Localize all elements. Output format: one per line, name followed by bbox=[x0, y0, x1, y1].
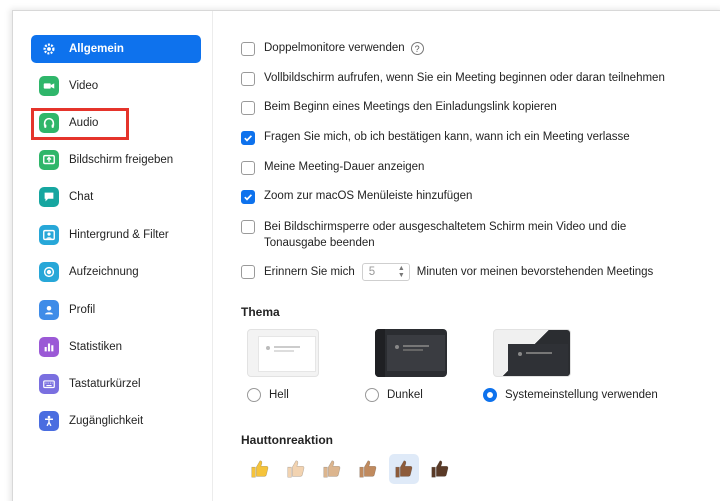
sidebar-item-label: Tastaturkürzel bbox=[69, 378, 141, 390]
stepper-arrows-icon[interactable]: ▲ ▼ bbox=[398, 265, 409, 279]
option-bildschirmsperre[interactable]: Bei Bildschirmsperre oder ausgeschaltete… bbox=[241, 220, 626, 251]
option-einladungslink[interactable]: Beim Beginn eines Meetings den Einladung… bbox=[241, 101, 557, 115]
checkbox-checked[interactable] bbox=[241, 131, 255, 145]
reminder-suffix: Minuten vor meinen bevorstehenden Meetin… bbox=[416, 266, 654, 278]
option-label: Zoom zur macOS Menüleiste hinzufügen bbox=[264, 190, 473, 202]
thumbs-up-icon[interactable] bbox=[389, 454, 419, 484]
theme-option-hell[interactable]: Hell bbox=[247, 388, 289, 402]
sidebar-item-statistiken[interactable]: Statistiken bbox=[31, 333, 201, 361]
sidebar-item-label: Aufzeichnung bbox=[69, 266, 139, 278]
chat-bubble-icon bbox=[39, 187, 59, 207]
theme-option-dunkel[interactable]: Dunkel bbox=[365, 388, 423, 402]
option-doppelmonitore[interactable]: Doppelmonitore verwenden ? bbox=[241, 42, 424, 56]
theme-preview-light[interactable] bbox=[247, 329, 319, 377]
reminder-minutes-stepper[interactable]: 5 ▲ ▼ bbox=[361, 263, 410, 281]
checkmark-icon bbox=[244, 194, 253, 201]
theme-option-label: Hell bbox=[269, 389, 289, 401]
user-profile-icon bbox=[39, 300, 59, 320]
reminder-prefix: Erinnern Sie mich bbox=[264, 266, 355, 278]
radio-button[interactable] bbox=[247, 388, 261, 402]
checkbox[interactable] bbox=[241, 101, 255, 115]
checkmark-icon bbox=[244, 135, 253, 142]
skin-tone-section-title: Hauttonreaktion bbox=[241, 433, 334, 447]
checkbox[interactable] bbox=[241, 220, 255, 234]
sidebar-item-hintergrund-filter[interactable]: Hintergrund & Filter bbox=[31, 221, 201, 249]
option-label: Vollbildschirm aufrufen, wenn Sie ein Me… bbox=[264, 72, 665, 84]
checkbox[interactable] bbox=[241, 161, 255, 175]
sidebar-item-profil[interactable]: Profil bbox=[31, 296, 201, 324]
theme-preview-system[interactable] bbox=[493, 329, 571, 377]
sidebar-item-zugaenglichkeit[interactable]: Zugänglichkeit bbox=[31, 407, 201, 435]
option-label-line1: Bei Bildschirmsperre oder ausgeschaltete… bbox=[264, 221, 627, 233]
option-label: Doppelmonitore verwenden bbox=[264, 42, 405, 54]
thumbs-up-icon[interactable] bbox=[317, 454, 347, 484]
sidebar-item-label: Bildschirm freigeben bbox=[69, 154, 174, 166]
keyboard-icon bbox=[39, 374, 59, 394]
option-label: Beim Beginn eines Meetings den Einladung… bbox=[264, 101, 557, 113]
option-menueleiste[interactable]: Zoom zur macOS Menüleiste hinzufügen bbox=[241, 190, 472, 204]
theme-section-title: Thema bbox=[241, 305, 280, 319]
sidebar-item-video[interactable]: Video bbox=[31, 72, 201, 100]
theme-preview-dark[interactable] bbox=[375, 329, 447, 377]
option-meeting-dauer[interactable]: Meine Meeting-Dauer anzeigen bbox=[241, 161, 424, 175]
option-label: Fragen Sie mich, ob ich bestätigen kann,… bbox=[264, 131, 630, 143]
checkbox[interactable] bbox=[241, 72, 255, 86]
theme-option-label: Dunkel bbox=[387, 389, 423, 401]
sidebar-item-chat[interactable]: Chat bbox=[31, 183, 201, 211]
gear-icon bbox=[39, 39, 59, 59]
option-meeting-verlassen-bestaetigen[interactable]: Fragen Sie mich, ob ich bestätigen kann,… bbox=[241, 131, 630, 145]
theme-option-label: Systemeinstellung verwenden bbox=[505, 389, 658, 401]
background-person-icon bbox=[39, 225, 59, 245]
sidebar-item-bildschirm-freigeben[interactable]: Bildschirm freigeben bbox=[31, 146, 201, 174]
settings-sidebar: Allgemein Video Audio Bildschirm freigeb… bbox=[13, 11, 213, 501]
video-camera-icon bbox=[39, 76, 59, 96]
sidebar-item-label: Statistiken bbox=[69, 341, 123, 353]
thumbs-up-icon[interactable] bbox=[245, 454, 275, 484]
option-erinnern: Erinnern Sie mich 5 ▲ ▼ Minuten vor meine… bbox=[241, 263, 653, 281]
option-label: Meine Meeting-Dauer anzeigen bbox=[264, 161, 425, 173]
accessibility-icon bbox=[39, 411, 59, 431]
stepper-value: 5 bbox=[368, 266, 376, 278]
sidebar-item-label: Allgemein bbox=[69, 43, 124, 55]
bar-chart-icon bbox=[39, 337, 59, 357]
checkbox[interactable] bbox=[241, 42, 255, 56]
audio-highlight-frame bbox=[31, 108, 129, 140]
sidebar-item-label: Profil bbox=[69, 304, 96, 316]
sidebar-item-label: Chat bbox=[69, 191, 94, 203]
radio-button[interactable] bbox=[365, 388, 379, 402]
thumbs-up-icon[interactable] bbox=[425, 454, 455, 484]
sidebar-item-label: Zugänglichkeit bbox=[69, 415, 144, 427]
checkbox[interactable] bbox=[241, 265, 255, 279]
share-screen-icon bbox=[39, 150, 59, 170]
sidebar-item-aufzeichnung[interactable]: Aufzeichnung bbox=[31, 258, 201, 286]
option-label-line2: Tonausgabe beenden bbox=[264, 237, 375, 249]
thumbs-up-icon[interactable] bbox=[281, 454, 311, 484]
record-icon bbox=[39, 262, 59, 282]
radio-button-selected[interactable] bbox=[483, 388, 497, 402]
option-vollbildschirm[interactable]: Vollbildschirm aufrufen, wenn Sie ein Me… bbox=[241, 72, 665, 86]
sidebar-item-label: Hintergrund & Filter bbox=[69, 229, 169, 241]
settings-window: Allgemein Video Audio Bildschirm freigeb… bbox=[12, 10, 720, 501]
help-icon[interactable]: ? bbox=[410, 42, 424, 55]
theme-option-system[interactable]: Systemeinstellung verwenden bbox=[483, 388, 658, 402]
thumbs-up-icon[interactable] bbox=[353, 454, 383, 484]
sidebar-item-tastaturkuerzel[interactable]: Tastaturkürzel bbox=[31, 370, 201, 398]
checkbox-checked[interactable] bbox=[241, 190, 255, 204]
sidebar-item-label: Video bbox=[69, 80, 99, 92]
sidebar-item-allgemein[interactable]: Allgemein bbox=[31, 35, 201, 63]
